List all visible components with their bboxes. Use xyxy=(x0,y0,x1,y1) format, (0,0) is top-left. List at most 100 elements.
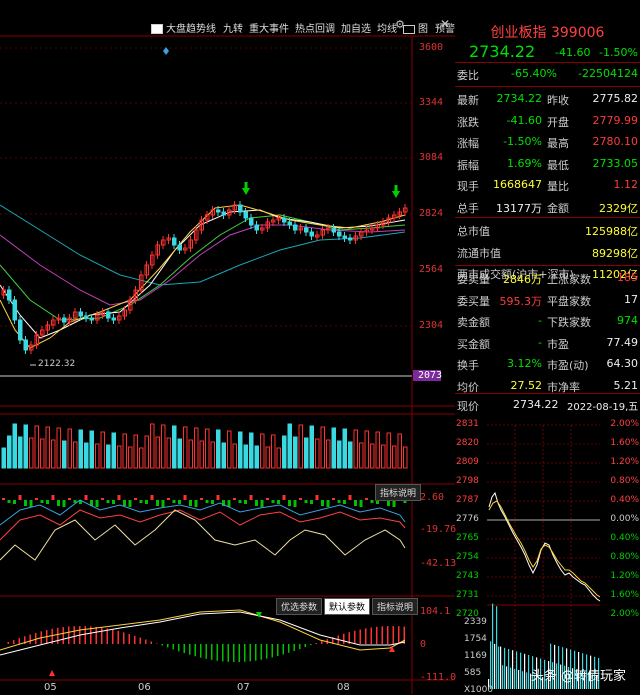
candle xyxy=(117,312,122,324)
indicator-bar xyxy=(128,500,132,507)
macd-bar xyxy=(29,634,31,644)
volume-bar xyxy=(117,445,122,469)
quote-row-label: 换手 xyxy=(457,359,479,372)
macd-bar xyxy=(205,644,207,659)
indicator-explain-button-2[interactable]: 指标说明 xyxy=(372,598,419,615)
macd-bar xyxy=(403,626,405,644)
volume-bar xyxy=(34,425,39,469)
macd-bar xyxy=(18,638,20,644)
quote-row: 总市值 125988亿 xyxy=(455,219,640,241)
quote-row: 最新 2734.22 昨收 2775.82 xyxy=(455,88,640,110)
price-tick-6: 2073 xyxy=(418,370,443,381)
candle xyxy=(139,271,144,294)
volume-bar xyxy=(304,437,309,469)
weibi-pct: -65.40% xyxy=(511,67,557,80)
volume-bar xyxy=(315,438,320,469)
volume-bar xyxy=(73,441,78,469)
macd-bar xyxy=(183,644,185,654)
quote-row-value-2: 2780.10 xyxy=(592,135,639,148)
quote-row-value: 27.52 xyxy=(510,378,543,392)
macd-bar xyxy=(84,626,86,644)
candle xyxy=(342,232,347,242)
indicator-bar xyxy=(354,500,357,506)
indicator-bar xyxy=(277,500,280,504)
volume-bar xyxy=(7,435,12,469)
macd-bar xyxy=(172,644,174,650)
intraday-tick: 2754 xyxy=(456,552,479,562)
indicator-bar xyxy=(13,500,16,504)
volume-bar xyxy=(210,441,215,469)
candle xyxy=(194,226,199,244)
intraday-vol-tick: 2339 xyxy=(464,617,487,627)
intraday-tick: 2820 xyxy=(456,438,479,448)
weibi-label: 委比 xyxy=(457,69,479,82)
candle xyxy=(12,296,17,324)
ind2-tick-1: 0 xyxy=(420,639,427,650)
ind2-tick-0: 104.1 xyxy=(420,606,451,617)
quote-row: 委买量 595.3万 平盘家数 17 xyxy=(455,289,640,311)
quote-row: 现手 1668647 量比 1.12 xyxy=(455,174,640,196)
macd-bar xyxy=(222,644,224,662)
indicator-bar xyxy=(315,495,319,500)
quote-row: 振幅 1.69% 最低 2733.05 xyxy=(455,153,640,175)
volume-bar xyxy=(238,431,243,469)
macd-bar xyxy=(255,644,257,661)
macd-bar xyxy=(139,637,141,644)
intraday-volume-bar xyxy=(492,603,494,689)
indicator-bar xyxy=(7,500,11,503)
intraday-tick: 2809 xyxy=(456,457,479,467)
quote-row: 涨跌 -41.60 开盘 2779.99 xyxy=(455,110,640,132)
indicator-bar xyxy=(46,500,49,504)
indicator-bar xyxy=(101,498,104,500)
quote-row-value: 1668647 xyxy=(493,178,542,191)
volume-bar xyxy=(249,432,254,469)
intraday-tick: 0.80% xyxy=(610,476,639,486)
quote-row-value: - xyxy=(538,335,542,349)
quote-row-label: 总手 xyxy=(457,201,479,215)
intraday-tick: 2765 xyxy=(456,533,479,543)
indicator-explain-button[interactable]: 指标说明 xyxy=(375,484,422,501)
intraday-tick: 0.40% xyxy=(610,533,639,543)
macd-bar xyxy=(381,626,383,644)
volume-bar xyxy=(337,440,342,469)
default-params-button[interactable]: 默认参数 xyxy=(324,598,371,615)
quote-row-label-2: 上涨家数 xyxy=(547,273,591,286)
volume-bar xyxy=(271,434,276,469)
indicator-bar xyxy=(233,498,236,500)
volume-bar xyxy=(392,445,397,469)
indicator-bar xyxy=(348,495,352,500)
candle xyxy=(51,316,56,329)
volume-bar xyxy=(29,437,34,469)
ind2-tick-2: -111.0 xyxy=(420,672,457,683)
intraday-volume-bar xyxy=(520,652,522,689)
indicator-bar xyxy=(310,500,313,504)
macd-bar xyxy=(194,644,196,657)
volume-bar xyxy=(12,423,17,469)
quote-row-value: 3.12% xyxy=(507,357,542,370)
quote-row-value: 595.3万 xyxy=(499,294,543,308)
macd-bar xyxy=(299,644,301,650)
macd-bar xyxy=(304,644,306,648)
volume-bar xyxy=(122,433,127,469)
indicator-bar xyxy=(95,500,99,507)
intraday-volume-bar xyxy=(524,653,526,689)
macd-bar xyxy=(227,644,229,662)
quote-change: -41.60 xyxy=(555,46,591,59)
macd-bar xyxy=(101,627,103,644)
weibi-value: -22504124 xyxy=(578,67,638,80)
volume-bar xyxy=(320,426,325,469)
indicator-bar xyxy=(134,498,137,500)
candle xyxy=(188,236,193,252)
price-tick-4: 2564 xyxy=(419,264,444,275)
price-tick-3: 2824 xyxy=(419,208,444,219)
candle xyxy=(320,226,325,239)
optimize-params-button[interactable]: 优选参数 xyxy=(276,598,323,615)
candle xyxy=(56,314,61,324)
candle xyxy=(183,244,188,254)
intraday-tick: 0.00% xyxy=(610,514,639,524)
quote-row-label: 总市值 xyxy=(457,225,490,238)
quote-date: 2022-08-19,五 xyxy=(567,402,639,413)
intraday-volume-bar xyxy=(504,647,506,689)
volume-bar xyxy=(183,426,188,469)
macd-bar xyxy=(293,644,295,651)
